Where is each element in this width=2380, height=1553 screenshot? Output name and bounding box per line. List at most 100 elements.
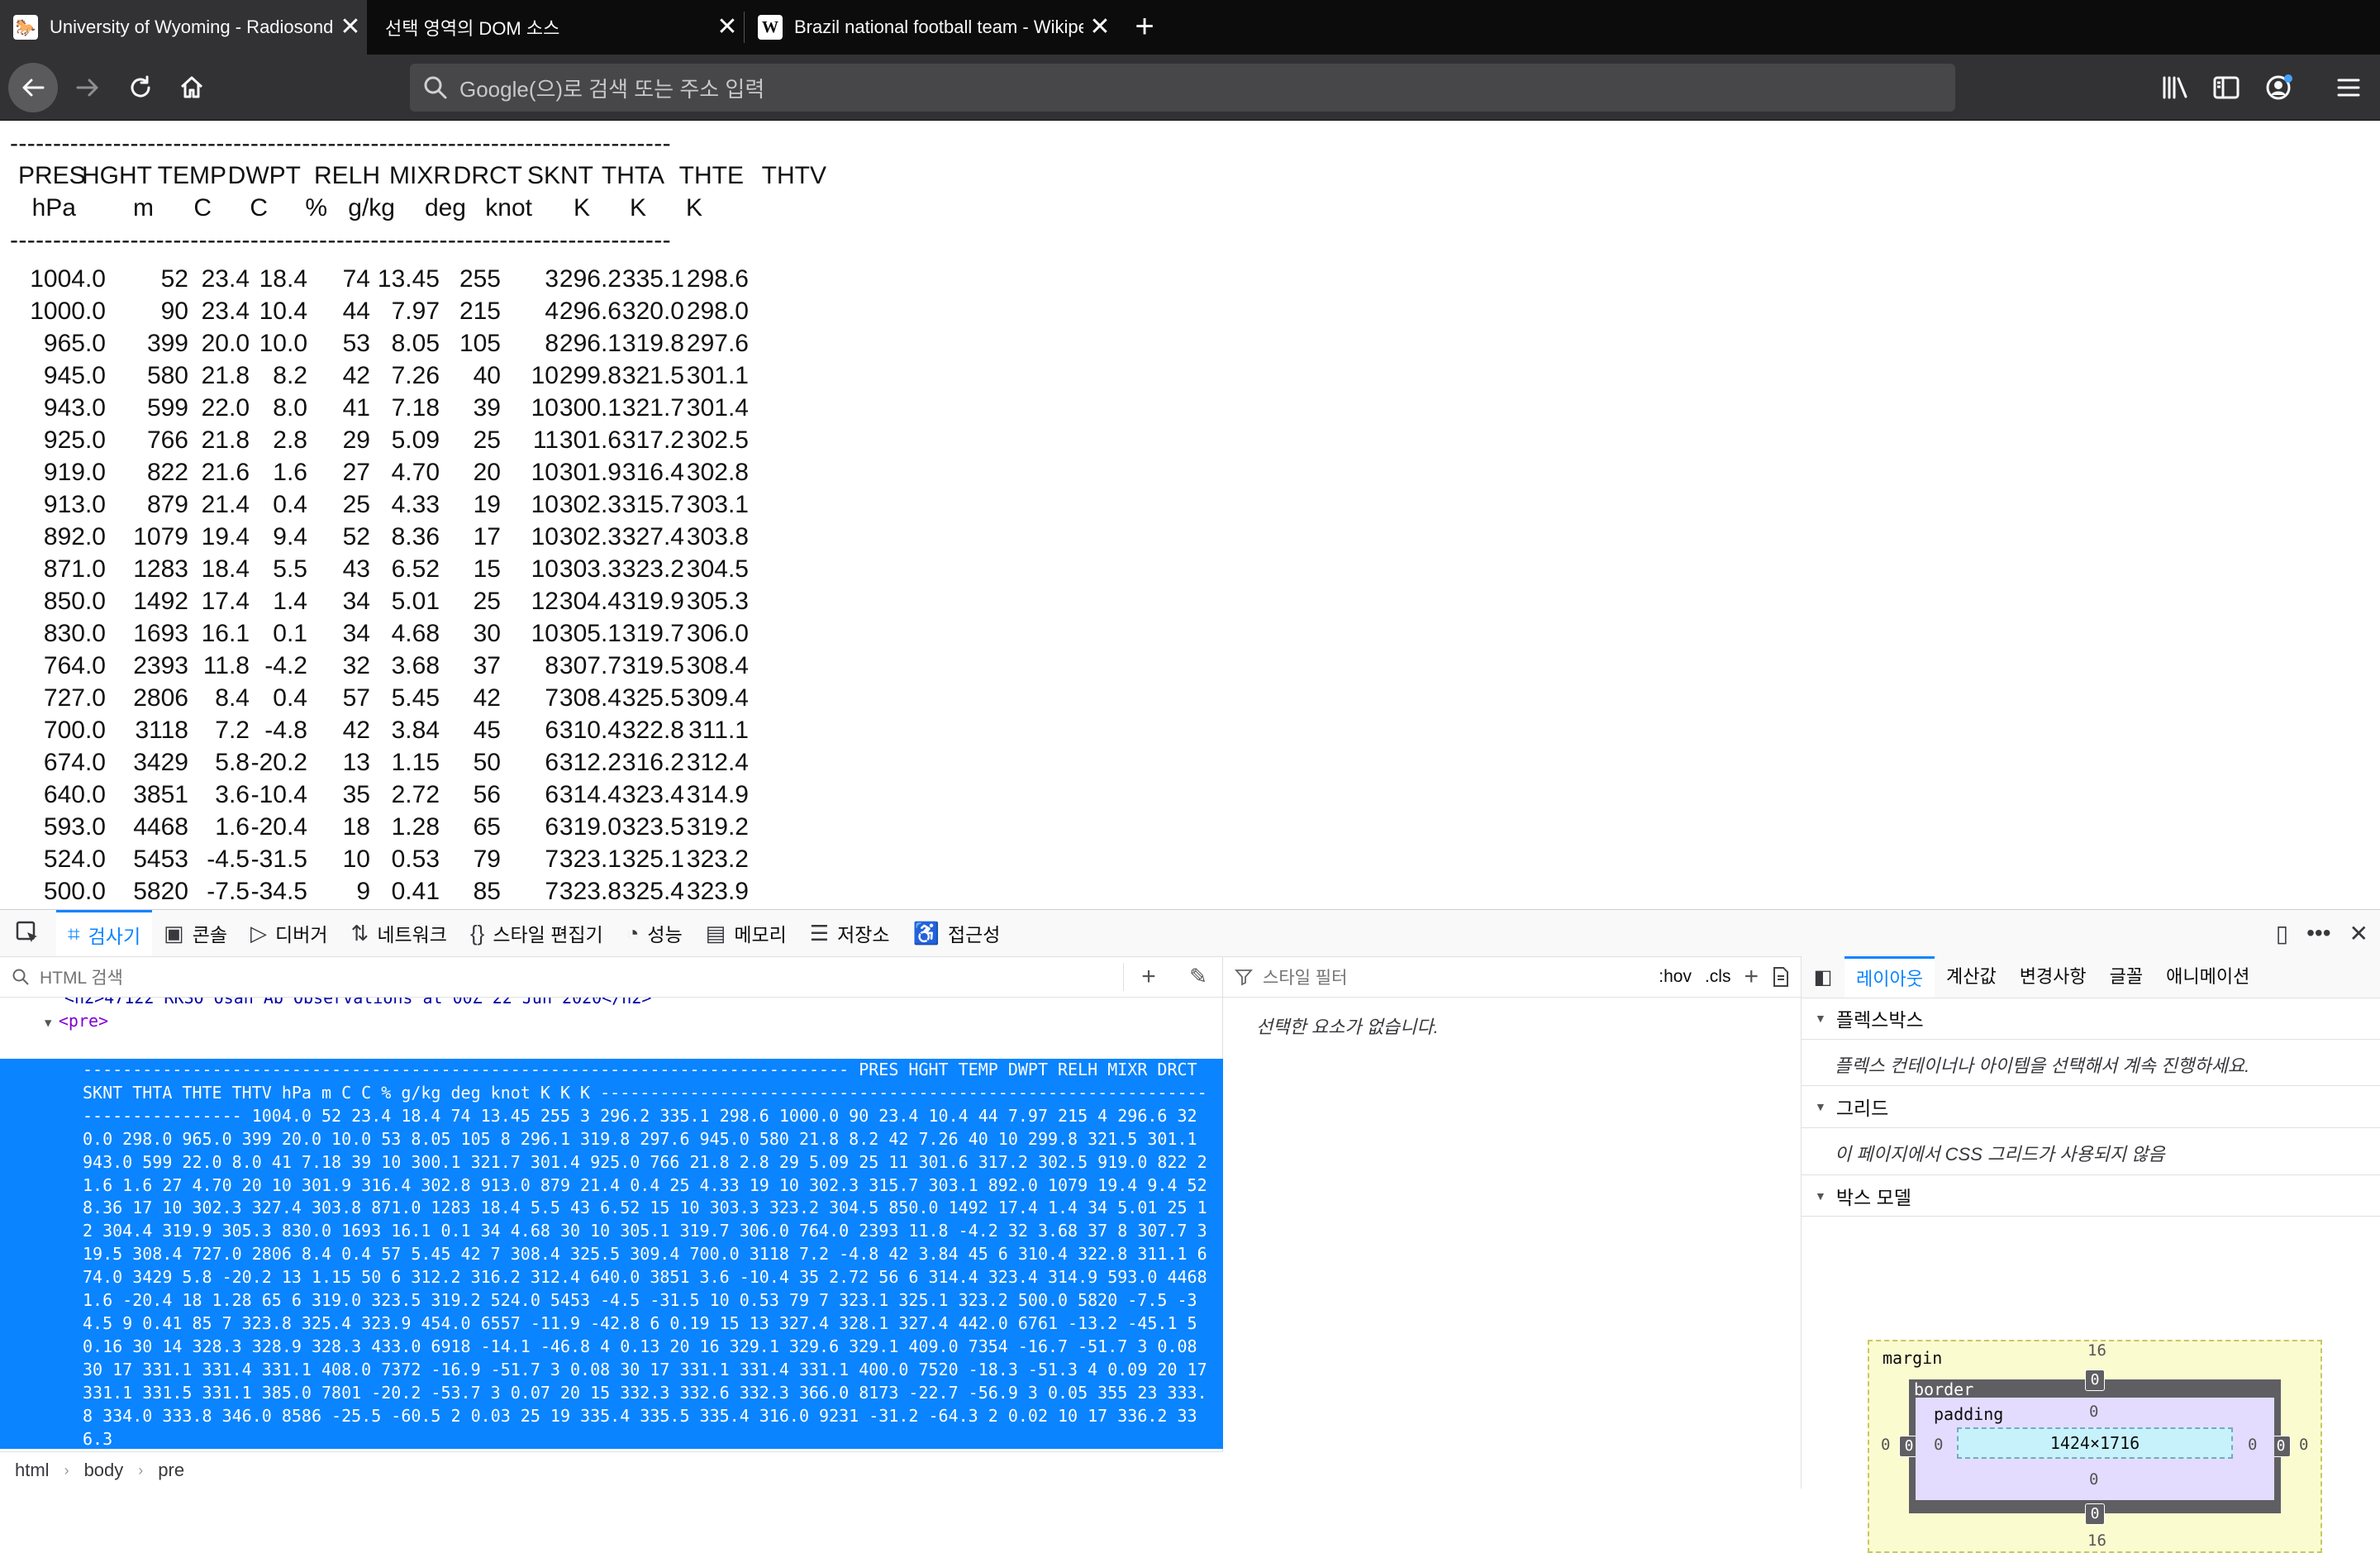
margin-left-value[interactable]: 0 xyxy=(1881,1436,1890,1454)
devtools-tab-console[interactable]: ▣ 콘솔 xyxy=(152,910,239,956)
table-cell: 10 xyxy=(531,523,559,550)
table-cell: 310.4 xyxy=(559,717,621,744)
hov-toggle[interactable]: :hov xyxy=(1659,967,1692,987)
table-cell: 5453 xyxy=(133,846,188,873)
tab-layout[interactable]: 레이아웃 xyxy=(1844,956,1935,998)
table-divider: ----------------------------------------… xyxy=(10,130,672,157)
tab-title: Brazil national football team - Wikipedi… xyxy=(794,17,1083,37)
tab-wyoming[interactable]: 🐎 University of Wyoming - Radiosonde Dat… xyxy=(0,0,367,55)
column-header: DRCT xyxy=(453,162,522,189)
devtools-tab-network[interactable]: ⇅ 네트워크 xyxy=(340,910,459,956)
table-cell: 303.8 xyxy=(686,523,749,550)
table-cell: 700.0 xyxy=(43,717,106,744)
account-button[interactable] xyxy=(2256,64,2302,111)
unit-label: K xyxy=(573,194,590,222)
expand-triangle-icon[interactable]: ▼ xyxy=(45,1017,59,1030)
devtools-tab-style-editor[interactable]: {} 스타일 편집기 xyxy=(459,910,615,956)
table-cell: 327.4 xyxy=(621,523,684,550)
table-cell: 4.70 xyxy=(391,459,440,486)
tab-changes[interactable]: 변경사항 xyxy=(2008,956,2098,998)
devtools-tab-accessibility[interactable]: ♿ 접근성 xyxy=(902,910,1012,956)
table-cell: 1.6 xyxy=(273,459,307,486)
table-cell: 323.5 xyxy=(621,813,684,841)
memory-icon: ▤ xyxy=(705,920,726,946)
menu-button[interactable] xyxy=(2325,64,2372,111)
table-cell: 19.4 xyxy=(201,523,250,550)
breadcrumb-html[interactable]: html xyxy=(15,1460,50,1481)
back-button[interactable] xyxy=(8,63,58,112)
address-bar-placeholder: Google(으)로 검색 또는 주소 입력 xyxy=(459,76,765,102)
margin-bottom-value[interactable]: 16 xyxy=(2087,1532,2106,1550)
table-cell: 323.8 xyxy=(559,878,621,905)
more-options-icon[interactable]: ••• xyxy=(2306,920,2330,946)
close-tab-icon[interactable]: ✕ xyxy=(334,0,367,55)
table-cell: 3.84 xyxy=(391,717,440,744)
flexbox-message: 플렉스 컨테이너나 아이템을 선택해서 계속 진행하세요. xyxy=(1835,1055,2250,1076)
table-row: 965.0 399 20.0 10.0 53 8.05 105 8296.1319.8297.… xyxy=(13,327,826,360)
table-cell: 10 xyxy=(531,555,559,583)
table-row: 1004.0 52 23.4 18.4 74 13.45 255 3296.2335.1298… xyxy=(13,263,826,295)
tab-computed[interactable]: 계산값 xyxy=(1935,956,2008,998)
padding-bottom-value[interactable]: 0 xyxy=(2089,1470,2098,1489)
print-media-icon[interactable] xyxy=(1772,966,1790,988)
tree-node-h2[interactable]: <h2>47122 RKSO Osan Ab Observations at 0… xyxy=(0,998,1223,1009)
eyedropper-icon[interactable]: ✎ xyxy=(1173,964,1223,989)
table-cell: 319.7 xyxy=(621,620,684,647)
table-cell: 302.3 xyxy=(559,523,621,550)
library-button[interactable] xyxy=(2152,64,2198,111)
table-cell: 5.01 xyxy=(391,588,440,615)
html-search-input[interactable]: HTML 검색 xyxy=(40,965,1123,989)
toggle-sidebar-icon[interactable]: ◧ xyxy=(1802,965,1844,989)
table-cell: 524.0 xyxy=(43,846,106,873)
boxmodel-section-header[interactable]: ▼ 박스 모델 xyxy=(1802,1174,2380,1217)
table-cell: 7.2 xyxy=(215,717,250,744)
add-node-icon[interactable]: + xyxy=(1123,962,1173,991)
close-devtools-icon[interactable]: ✕ xyxy=(2349,920,2368,947)
close-tab-icon[interactable]: ✕ xyxy=(711,0,744,55)
close-tab-icon[interactable]: ✕ xyxy=(1083,0,1116,55)
border-bottom-value[interactable]: 0 xyxy=(2085,1503,2105,1525)
devtools-tab-memory[interactable]: ▤ 메모리 xyxy=(694,910,798,956)
devtools-tab-storage[interactable]: ☰ 저장소 xyxy=(798,910,902,956)
new-tab-button[interactable]: + xyxy=(1124,0,1165,55)
devtools-tab-inspector[interactable]: ⌗ 검사기 xyxy=(56,910,153,956)
grid-section-header[interactable]: ▼ 그리드 xyxy=(1802,1085,2380,1128)
forward-button[interactable] xyxy=(64,64,111,111)
table-cell: 41 xyxy=(342,394,370,422)
box-model-content[interactable]: 1424×1716 xyxy=(1957,1427,2233,1459)
table-cell: 7.97 xyxy=(391,298,440,325)
table-cell: -31.5 xyxy=(250,846,307,873)
sidebar-button[interactable] xyxy=(2203,64,2249,111)
padding-left-value[interactable]: 0 xyxy=(1934,1436,1943,1454)
add-rule-icon[interactable]: + xyxy=(1744,963,1759,991)
table-cell: 1.6 xyxy=(215,813,250,841)
tab-dom-source[interactable]: 선택 영역의 DOM 소스 ✕ xyxy=(367,0,744,55)
breadcrumb-pre[interactable]: pre xyxy=(158,1460,184,1481)
border-top-value[interactable]: 0 xyxy=(2085,1370,2105,1391)
table-cell: 300.1 xyxy=(559,394,621,422)
tab-animations[interactable]: 애니메이션 xyxy=(2154,956,2261,998)
table-cell: 323.1 xyxy=(559,846,621,873)
table-cell: 325.1 xyxy=(621,846,684,873)
tab-brazil-football[interactable]: W Brazil national football team - Wikipe… xyxy=(745,0,1116,55)
home-button[interactable] xyxy=(169,64,215,111)
table-row: 913.0 879 21.4 0.4 25 4.33 19 10302.3315.7303.1 xyxy=(13,488,826,521)
selected-text-node[interactable]: ----------------------------------------… xyxy=(0,1059,1223,1449)
tree-node-pre[interactable]: ▼ <pre> xyxy=(0,1009,1223,1032)
breadcrumb-body[interactable]: body xyxy=(84,1460,124,1481)
address-bar[interactable]: Google(으)로 검색 또는 주소 입력 xyxy=(410,64,1955,112)
margin-top-value[interactable]: 16 xyxy=(2087,1341,2106,1360)
dock-side-icon[interactable]: ▯ xyxy=(2276,920,2288,947)
reload-button[interactable] xyxy=(117,64,164,111)
element-picker-button[interactable] xyxy=(0,910,56,956)
tab-title: University of Wyoming - Radiosonde Data xyxy=(50,17,334,37)
style-filter-input[interactable]: 스타일 필터 xyxy=(1263,965,1659,989)
margin-right-value[interactable]: 0 xyxy=(2299,1436,2308,1454)
cls-toggle[interactable]: .cls xyxy=(1705,967,1731,987)
devtools-tab-performance[interactable]: ◔ 성능 xyxy=(615,910,694,956)
tab-fonts[interactable]: 글꼴 xyxy=(2098,956,2154,998)
flexbox-section-header[interactable]: ▼ 플렉스박스 xyxy=(1802,998,2380,1040)
devtools-tab-debugger[interactable]: ▷ 디버거 xyxy=(239,910,339,956)
padding-right-value[interactable]: 0 xyxy=(2248,1436,2257,1454)
padding-top-value[interactable]: 0 xyxy=(2089,1403,2098,1421)
